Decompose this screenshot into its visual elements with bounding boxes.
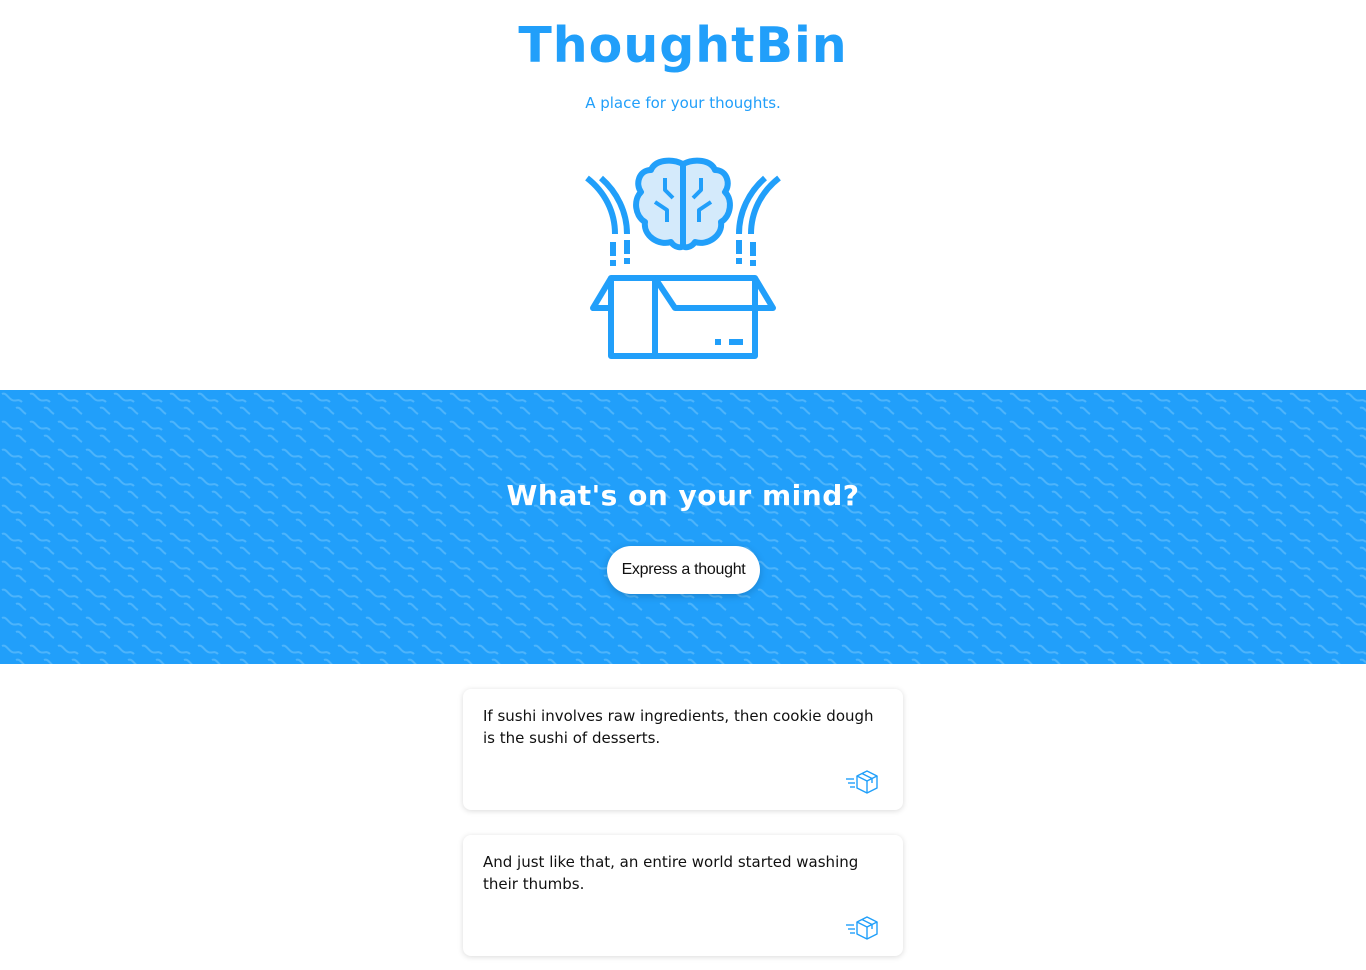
- wave-pattern-background: [0, 390, 1366, 664]
- box-delivery-icon[interactable]: [845, 914, 879, 940]
- tagline: A place for your thoughts.: [585, 94, 781, 112]
- hero-question: What's on your mind?: [506, 479, 860, 512]
- thought-text: If sushi involves raw ingredients, then …: [483, 707, 874, 747]
- thought-card: If sushi involves raw ingredients, then …: [463, 689, 903, 810]
- site-header: ThoughtBin A place for your thoughts.: [0, 0, 1366, 390]
- brand-title: ThoughtBin: [518, 17, 848, 74]
- brain-in-box-icon: [583, 156, 783, 362]
- express-thought-button[interactable]: Express a thought: [607, 546, 760, 594]
- thought-card: And just like that, an entire world star…: [463, 835, 903, 956]
- hero-banner: What's on your mind? Express a thought: [0, 390, 1366, 664]
- thought-text: And just like that, an entire world star…: [483, 853, 859, 893]
- box-delivery-icon[interactable]: [845, 768, 879, 794]
- thought-feed: If sushi involves raw ingredients, then …: [0, 664, 1366, 970]
